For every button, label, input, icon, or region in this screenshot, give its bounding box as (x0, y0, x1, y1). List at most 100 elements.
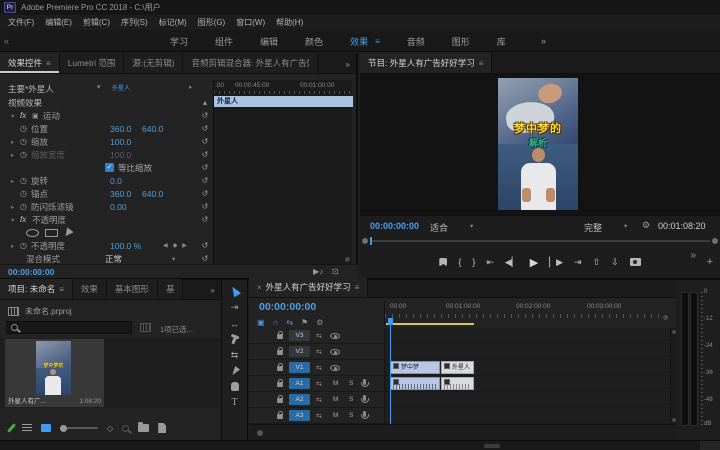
selection-tool[interactable] (228, 285, 240, 298)
workspace-tab-libraries[interactable]: 库 (497, 35, 506, 48)
panel-menu-icon[interactable]: ≡ (46, 59, 51, 68)
add-marker-icon[interactable] (439, 258, 447, 267)
pen-mask-icon[interactable] (62, 227, 73, 238)
track-target-v1[interactable]: V1 (289, 362, 310, 373)
reset-icon[interactable]: ↺ (198, 213, 212, 226)
timeline-timecode[interactable]: 00:00:00:00 (259, 301, 316, 313)
workspace-tab-color[interactable]: 颜色 (305, 35, 323, 48)
menu-file[interactable]: 文件(F) (8, 17, 34, 28)
panel-menu-icon[interactable]: ≡ (479, 59, 484, 68)
collapse-icon[interactable]: ▾ (11, 112, 20, 120)
track-v3-lane[interactable] (384, 328, 676, 343)
menu-clip[interactable]: 剪辑(C) (83, 17, 110, 28)
zoom-level-select[interactable]: 适合 (430, 221, 448, 234)
track-target-a2[interactable]: A2 (289, 394, 310, 405)
track-target-v2[interactable]: V2 (289, 346, 310, 357)
reset-icon[interactable]: ↺ (198, 200, 212, 213)
settings-wrench-icon[interactable]: ⚙ (642, 220, 650, 231)
workspace-tab-graphics[interactable]: 图形 (452, 35, 470, 48)
project-item-thumbnail[interactable]: 梦中梦的 (36, 341, 71, 395)
timeline-view-toggle-icon[interactable]: ▸ (189, 83, 193, 91)
ellipse-mask-icon[interactable] (26, 229, 39, 237)
add-marker-icon[interactable]: ⚑ (301, 318, 308, 327)
mute-button[interactable]: M (333, 412, 338, 419)
toggle-output-eye-icon[interactable] (330, 333, 340, 339)
keyframe-prev-icon[interactable]: ◀ (163, 242, 168, 249)
new-bin-icon[interactable] (138, 424, 149, 432)
audio-clip-selected[interactable] (390, 377, 440, 390)
project-search-input[interactable] (6, 321, 132, 334)
tab-audio-clip-mixer[interactable]: 音频剪辑混合器: 外星人有广告好好学习 (183, 53, 318, 73)
keyframe-next-icon[interactable]: ▶ (182, 242, 187, 249)
tab-source-monitor[interactable]: 源:(无剪辑) (124, 53, 183, 73)
panel-tab-overflow-icon[interactable]: » (339, 55, 356, 73)
scale-value[interactable]: 100.0 (110, 137, 131, 147)
workspace-tab-assembly[interactable]: 组件 (215, 35, 233, 48)
kf-scrollbar-dot[interactable] (345, 257, 350, 262)
effect-keyframe-area[interactable]: :00 00:00:45:00 00:01:00:00 外星人 (213, 80, 352, 264)
expand-icon[interactable]: ▸ (11, 203, 20, 211)
voiceover-mic-icon[interactable] (363, 395, 366, 401)
menu-graphics[interactable]: 图形(G) (198, 17, 226, 28)
panel-menu-icon[interactable]: ≡ (355, 283, 360, 292)
position-x-value[interactable]: 360.0 (110, 124, 131, 134)
filter-bin-icon[interactable] (140, 323, 151, 332)
chevron-down-icon[interactable]: ▾ (624, 222, 627, 230)
linked-selection-icon[interactable]: ⇆ (286, 318, 293, 327)
chevron-down-icon[interactable]: ▾ (470, 222, 473, 230)
lock-icon[interactable] (277, 382, 283, 387)
fx-badge-icon[interactable]: fx (20, 215, 32, 224)
reset-icon[interactable]: ↺ (198, 135, 212, 148)
workspace-overflow-left-icon[interactable]: « (4, 36, 9, 46)
ruler-scroll-handle[interactable] (663, 315, 668, 320)
effect-opacity-row[interactable]: ▾ fx 不透明度 (0, 213, 198, 226)
video-preview[interactable]: 梦中梦的 解析 (498, 78, 578, 210)
sync-lock-icon[interactable]: ⇆ (316, 396, 322, 404)
solo-button[interactable]: S (349, 396, 353, 403)
timeline-vertical-scrollbar[interactable] (670, 328, 676, 424)
blend-mode-select[interactable]: 正常 (105, 253, 122, 265)
seek-track[interactable] (370, 240, 710, 242)
type-tool[interactable]: T (231, 397, 237, 408)
resize-corner[interactable] (700, 441, 720, 450)
menu-help[interactable]: 帮助(H) (276, 17, 303, 28)
stopwatch-icon[interactable]: ◷ (20, 137, 31, 146)
lock-icon[interactable] (277, 334, 283, 339)
menu-marker[interactable]: 标记(M) (159, 17, 187, 28)
track-target-a3[interactable]: A3 (289, 410, 310, 421)
track-a3-lane[interactable] (384, 408, 676, 423)
timeline-horizontal-scrollbar[interactable] (249, 424, 676, 440)
pen-tool[interactable] (229, 366, 239, 377)
tab-project[interactable]: 项目: 未命名 ≡ (0, 279, 73, 299)
find-icon[interactable] (122, 425, 129, 432)
program-timecode[interactable]: 00:00:00:00 (370, 221, 419, 231)
fx-badge-icon[interactable]: fx (20, 111, 32, 120)
menu-window[interactable]: 窗口(W) (236, 17, 265, 28)
close-sequence-icon[interactable]: × (257, 283, 262, 292)
project-file-row[interactable]: 未命名.prproj (8, 306, 72, 317)
list-view-icon[interactable] (22, 424, 32, 432)
ripple-edit-tool[interactable]: ↔ (230, 319, 239, 329)
anchor-x-value[interactable]: 360.0 (110, 189, 131, 199)
go-to-in-button[interactable]: ⇤ (486, 257, 494, 268)
stopwatch-icon[interactable]: ◷ (20, 189, 31, 198)
voiceover-mic-icon[interactable] (363, 411, 366, 417)
new-item-icon[interactable] (158, 423, 166, 433)
lock-icon[interactable] (277, 366, 283, 371)
workspace-tab-learning[interactable]: 学习 (170, 35, 188, 48)
reset-icon[interactable]: ↺ (198, 148, 212, 161)
extract-button[interactable]: ⇩ (611, 257, 619, 268)
slip-tool[interactable]: ⇆ (231, 350, 239, 361)
scrollbar-handle[interactable] (672, 418, 676, 422)
track-a2-lane[interactable] (384, 392, 676, 407)
chevron-down-icon[interactable]: ▾ (97, 83, 101, 91)
scrollbar-handle[interactable] (672, 330, 676, 334)
section-video-effects[interactable]: 视频效果 (0, 96, 198, 109)
icon-view-icon[interactable] (41, 424, 51, 432)
sync-lock-icon[interactable]: ⇆ (316, 332, 322, 340)
reset-icon[interactable]: ↺ (198, 239, 212, 252)
step-back-button[interactable]: ◀▏ (505, 257, 519, 268)
track-target-a1[interactable]: A1 (289, 378, 310, 389)
reset-icon[interactable]: ↺ (198, 161, 212, 174)
snap-magnet-icon[interactable]: ∩ (273, 318, 279, 327)
